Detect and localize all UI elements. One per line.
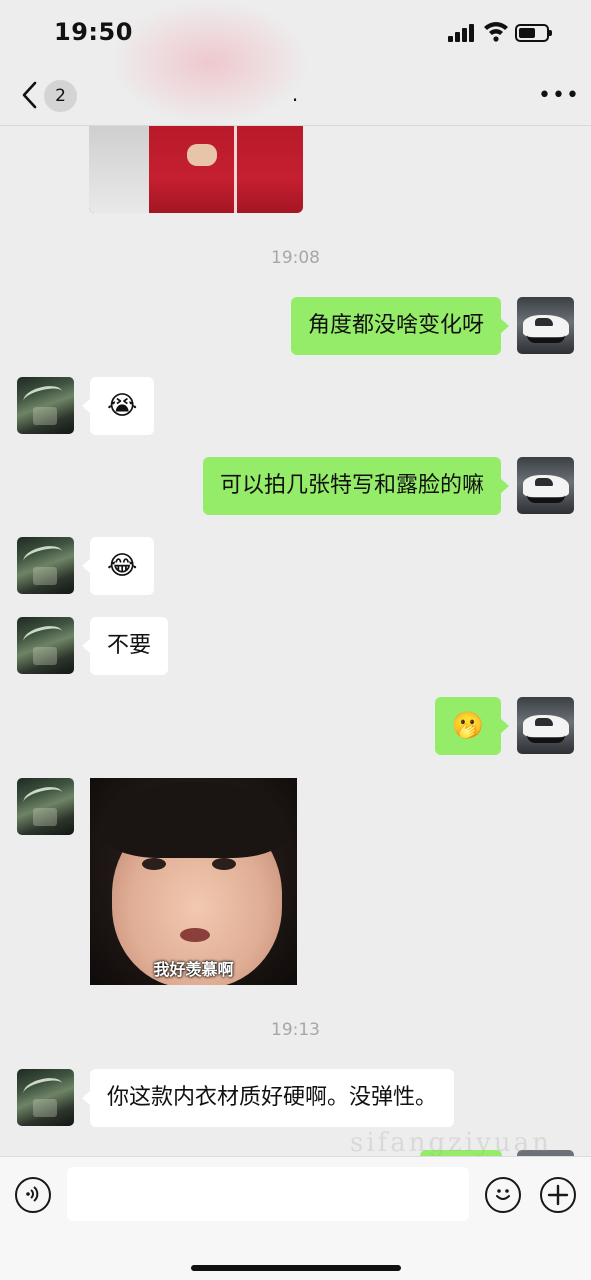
chat-title: . — [291, 82, 299, 106]
voice-input-icon[interactable] — [15, 1177, 51, 1213]
contact-avatar[interactable] — [17, 537, 74, 594]
my-avatar[interactable] — [517, 697, 574, 754]
contact-avatar[interactable] — [17, 1069, 74, 1126]
sticker-caption: 我好羡慕啊 — [153, 960, 234, 979]
contact-avatar[interactable] — [17, 377, 74, 434]
battery-icon — [515, 24, 552, 42]
photo-message-image[interactable] — [89, 126, 303, 213]
more-functions-plus-icon[interactable] — [540, 1177, 576, 1213]
timestamp: 19:13 — [271, 1020, 320, 1040]
input-bar — [0, 1156, 591, 1280]
contact-avatar[interactable] — [17, 778, 74, 835]
more-options-icon[interactable]: ••• — [538, 85, 579, 107]
wifi-icon — [484, 22, 508, 42]
emoji-picker-icon[interactable] — [485, 1177, 521, 1213]
received-message-bubble[interactable]: 不要 — [81, 617, 169, 675]
watermark: sifangziyuan — [350, 1128, 552, 1158]
cellular-signal-icon — [448, 24, 476, 42]
message-input[interactable] — [67, 1167, 469, 1221]
sticker-image[interactable]: 我好羡慕啊 — [90, 778, 297, 985]
timestamp: 19:08 — [271, 248, 320, 268]
received-emoji-bubble[interactable]: 😂 — [81, 537, 155, 595]
my-avatar[interactable] — [517, 297, 574, 354]
sent-message-bubble[interactable]: 角度都没啥变化呀 — [290, 297, 510, 355]
received-message-bubble[interactable]: 你这款内衣材质好硬啊。没弹性。 — [81, 1069, 455, 1127]
home-indicator — [191, 1265, 401, 1271]
sent-message-bubble[interactable]: 可以拍几张特写和露脸的嘛 — [202, 457, 510, 515]
unread-count-badge[interactable]: 2 — [44, 80, 77, 112]
message-list[interactable]: 19:08 角度都没啥变化呀 😭 可以拍几张特写和露脸的嘛 😂 不要 🫢 我好羡… — [0, 126, 591, 1156]
sent-emoji-bubble[interactable]: 🫢 — [434, 697, 510, 755]
back-chevron-icon[interactable] — [18, 80, 42, 110]
contact-avatar[interactable] — [17, 617, 74, 674]
received-emoji-bubble[interactable]: 😭 — [81, 377, 155, 435]
my-avatar[interactable] — [517, 457, 574, 514]
